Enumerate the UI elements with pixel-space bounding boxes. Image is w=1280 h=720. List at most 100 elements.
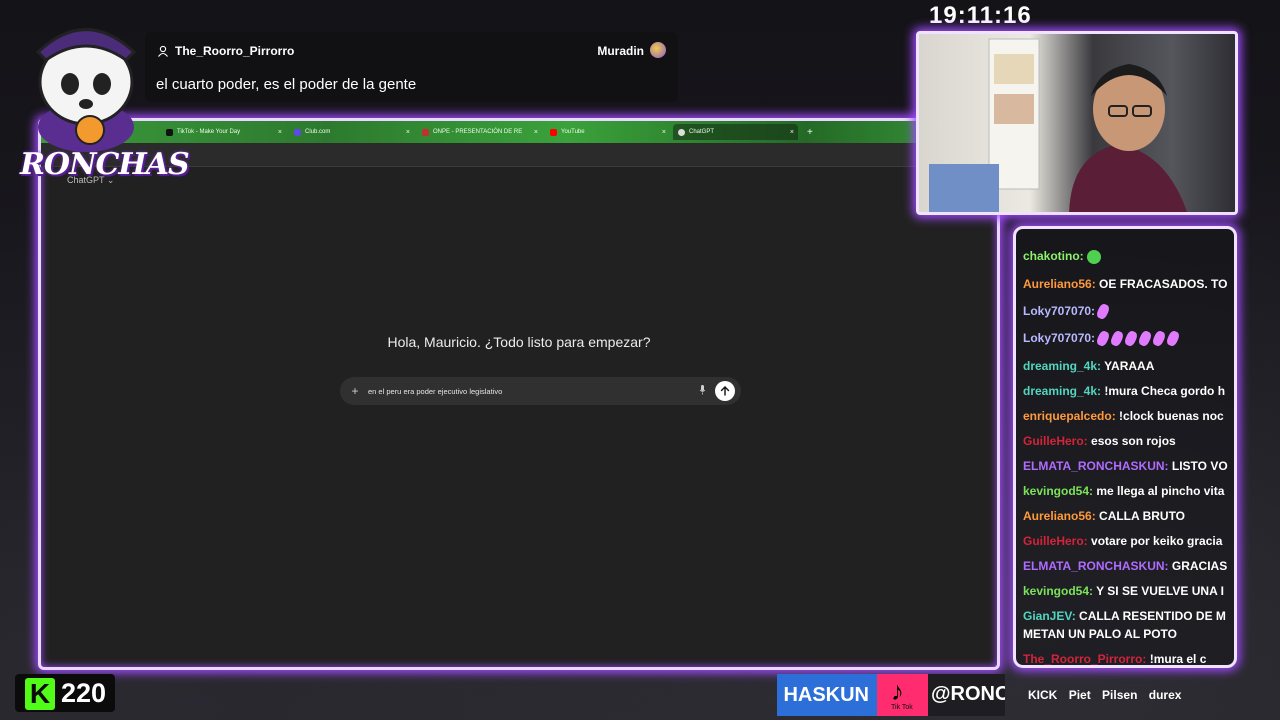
browser-tab-strip: TikTok - Make Your Day × Club.com × ONPE… <box>41 121 997 143</box>
close-icon[interactable]: × <box>406 129 410 136</box>
chat-message: kevingod54: me llega al pincho vita <box>1023 484 1224 498</box>
tab-label: Club.com <box>305 129 331 135</box>
chat-text: me llega al pincho vita <box>1093 484 1225 498</box>
highlighted-chat-message: The_Roorro_Pirrorro Muradin el cuarto po… <box>145 32 678 102</box>
chat-username[interactable]: kevingod54: <box>1023 484 1093 498</box>
screen-capture-frame: TikTok - Make Your Day × Club.com × ONPE… <box>38 118 1000 670</box>
stream-clock: 19:11:16 <box>929 2 1032 29</box>
tiktok-label: Tik Tok <box>891 704 913 711</box>
message-text: el cuarto poder, es el poder de la gente <box>156 76 417 93</box>
chat-text: !clock buenas noc <box>1115 409 1224 423</box>
chat-message: ELMATA_RONCHASKUN: LISTO VO <box>1023 459 1228 473</box>
chat-message: Aureliano56: CALLA BRUTO <box>1023 509 1185 523</box>
chat-username[interactable]: ELMATA_RONCHASKUN: <box>1023 559 1169 573</box>
message-badge-user: Muradin <box>597 44 644 58</box>
chat-username[interactable]: GianJEV: <box>1023 609 1076 623</box>
close-icon[interactable]: × <box>790 129 794 136</box>
youtube-favicon-icon <box>550 128 557 136</box>
sponsor-piet: Piet <box>1068 688 1091 702</box>
chat-message: GuilleHero: votare por keiko gracia <box>1023 534 1222 548</box>
browser-tab-club[interactable]: Club.com × <box>289 124 414 140</box>
chat-username[interactable]: GuilleHero: <box>1023 534 1088 548</box>
chat-message: Loky707070: <box>1023 329 1182 348</box>
pink-emote-icon <box>1151 329 1168 348</box>
sponsor-kick: KICK <box>1028 688 1058 702</box>
chat-text: LISTO VO <box>1168 459 1228 473</box>
tab-label: ONPE - PRESENTACIÓN DE RE <box>433 129 523 135</box>
banner-channel-name: HASKUN <box>777 674 877 716</box>
chat-message: ELMATA_RONCHASKUN: GRACIAS <box>1023 559 1227 573</box>
chat-greeting: Hola, Mauricio. ¿Todo listo para empezar… <box>387 334 651 350</box>
pink-emote-icon <box>1165 329 1182 348</box>
chat-message: GianJEV: CALLA RESENTIDO DE M <box>1023 609 1226 623</box>
kick-logo-icon: K <box>25 678 55 710</box>
chat-text: YARAAA <box>1101 359 1155 373</box>
new-tab-plus-icon[interactable]: + <box>807 127 813 138</box>
chat-text: CALLA BRUTO <box>1095 509 1186 523</box>
chat-text: METAN UN PALO AL POTO <box>1023 627 1178 641</box>
browser-tab-chatgpt[interactable]: ChatGPT × <box>673 124 798 140</box>
chat-username[interactable]: GuilleHero: <box>1023 434 1088 448</box>
chat-username[interactable]: The_Roorro_Pirrorro: <box>1023 652 1146 665</box>
close-icon[interactable]: × <box>534 129 538 136</box>
chat-username[interactable]: dreaming_4k: <box>1023 359 1101 373</box>
browser-tab-youtube[interactable]: YouTube × <box>545 124 670 140</box>
kick-viewer-counter: K 220 <box>15 674 115 712</box>
close-icon[interactable]: × <box>662 129 666 136</box>
green-emote-icon <box>1087 249 1102 264</box>
webcam-feed <box>916 31 1238 215</box>
dog-mascot-icon <box>35 28 137 152</box>
chat-message: dreaming_4k: !mura Checa gordo h <box>1023 384 1225 398</box>
banner-tiktok: ♪ Tik Tok @RONC <box>877 674 1005 716</box>
pink-emote-icon <box>1123 329 1140 348</box>
chat-text: GRACIAS <box>1168 559 1228 573</box>
mic-icon[interactable] <box>695 385 709 397</box>
chat-username[interactable]: Loky707070: <box>1023 331 1095 345</box>
streamer-silhouette-icon <box>929 38 1187 212</box>
chat-text: CALLA RESENTIDO DE M <box>1075 609 1226 623</box>
chat-message: chakotino: <box>1023 249 1105 264</box>
browser-tab-tiktok[interactable]: TikTok - Make Your Day × <box>161 124 286 140</box>
prompt-input[interactable]: en el peru era poder ejecutivo legislati… <box>362 387 695 396</box>
chat-message: dreaming_4k: YARAAA <box>1023 359 1154 373</box>
banner-name-text: HASKUN <box>783 683 869 706</box>
tiktok-handle: @RONC <box>931 683 1005 705</box>
close-icon[interactable]: × <box>278 129 282 136</box>
send-arrow-icon[interactable] <box>715 381 735 401</box>
live-chat-panel: chakotino: Aureliano56: OE FRACASADOS. T… <box>1013 226 1237 668</box>
sponsor-durex: durex <box>1148 688 1182 702</box>
chat-text: esos son rojos <box>1087 434 1176 448</box>
chat-message: kevingod54: Y SI SE VUELVE UNA I <box>1023 584 1224 598</box>
chat-text: OE FRACASADOS. TO <box>1095 277 1228 291</box>
tab-label: YouTube <box>561 129 585 135</box>
chat-username[interactable]: Loky707070: <box>1023 304 1095 318</box>
viewer-count: 220 <box>61 678 107 708</box>
chat-username[interactable]: kevingod54: <box>1023 584 1093 598</box>
message-username: The_Roorro_Pirrorro <box>175 44 295 58</box>
chat-text: !mura el c <box>1146 652 1207 666</box>
chat-message: Aureliano56: OE FRACASADOS. TO <box>1023 277 1227 291</box>
chat-message: GuilleHero: esos son rojos <box>1023 434 1176 448</box>
tab-label: ChatGPT <box>689 129 715 135</box>
onpe-favicon-icon <box>422 128 429 136</box>
plus-icon[interactable]: + <box>348 384 362 398</box>
chat-username[interactable]: Aureliano56: <box>1023 509 1096 523</box>
chat-text: Y SI SE VUELVE UNA I <box>1093 584 1224 598</box>
chat-username[interactable]: dreaming_4k: <box>1023 384 1101 398</box>
logo-wordmark: RONCHAS <box>20 147 190 182</box>
chat-message: METAN UN PALO AL POTO <box>1023 627 1177 641</box>
chat-username[interactable]: ELMATA_RONCHASKUN: <box>1023 459 1169 473</box>
browser-tab-onpe[interactable]: ONPE - PRESENTACIÓN DE RE × <box>417 124 542 140</box>
chat-text: votare por keiko gracia <box>1087 534 1223 548</box>
chatgpt-favicon-icon <box>678 128 685 136</box>
sponsor-pilsen: Pilsen <box>1102 688 1138 702</box>
chat-username[interactable]: chakotino: <box>1023 249 1084 263</box>
tiktok-icon: ♪ <box>891 676 904 706</box>
pink-emote-icon <box>1109 329 1126 348</box>
chat-username[interactable]: Aureliano56: <box>1023 277 1096 291</box>
chat-text: !mura Checa gordo h <box>1101 384 1226 398</box>
chat-username[interactable]: enriquepalcedo: <box>1023 409 1116 423</box>
chat-message: enriquepalcedo: !clock buenas noc <box>1023 409 1224 423</box>
chat-message: Loky707070: <box>1023 302 1112 321</box>
prompt-composer[interactable]: + en el peru era poder ejecutivo legisla… <box>340 377 741 405</box>
